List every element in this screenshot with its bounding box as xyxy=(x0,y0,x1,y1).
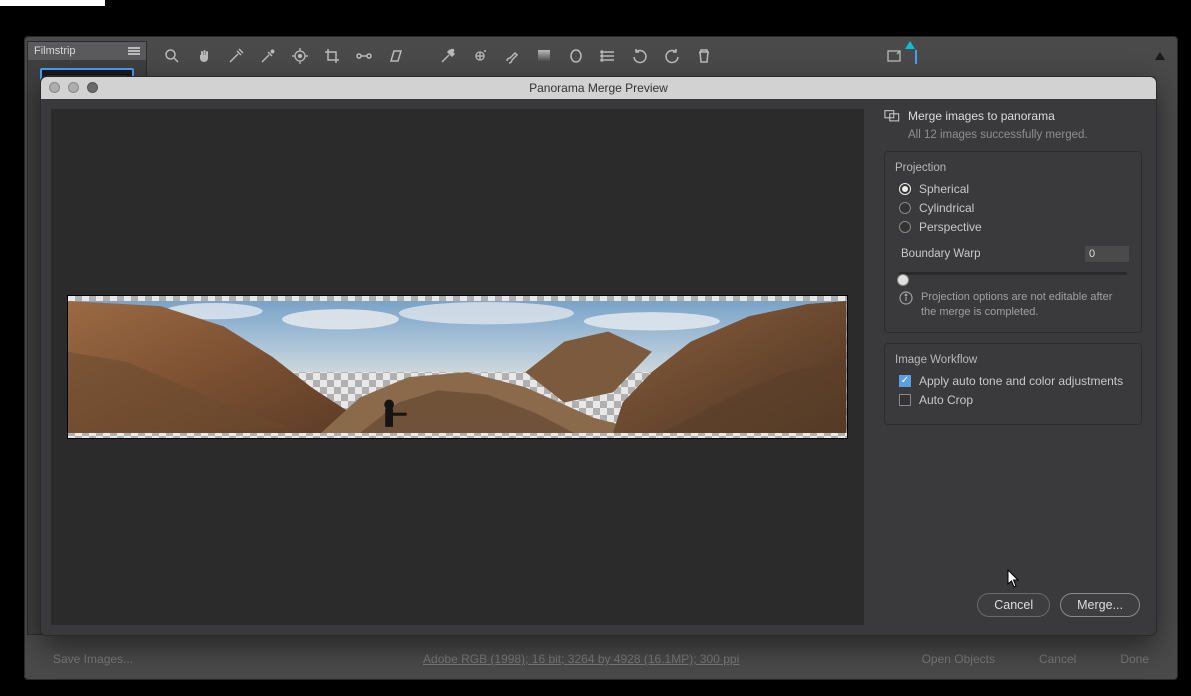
radio-label: Cylindrical xyxy=(919,201,974,215)
close-icon[interactable] xyxy=(49,82,60,93)
checkbox-label: Apply auto tone and color adjustments xyxy=(919,374,1123,388)
radio-label: Perspective xyxy=(919,220,982,234)
transform-tool-icon[interactable] xyxy=(387,47,405,65)
workflow-group: Image Workflow Apply auto tone and color… xyxy=(884,343,1142,425)
trash-icon[interactable] xyxy=(695,47,713,65)
adjustment-brush-tool-icon[interactable] xyxy=(503,47,521,65)
open-objects-button[interactable]: Open Objects xyxy=(912,648,1005,670)
save-images-button[interactable]: Save Images... xyxy=(43,648,143,670)
cancel-button[interactable]: Cancel xyxy=(977,593,1050,617)
panorama-merge-dialog: Panorama Merge Preview xyxy=(40,76,1157,636)
panorama-icon xyxy=(884,109,900,123)
checkbox-auto-tone[interactable]: Apply auto tone and color adjustments xyxy=(899,374,1131,388)
info-icon xyxy=(899,291,913,305)
panel-header: Merge images to panorama xyxy=(884,109,1142,123)
checkbox-label: Auto Crop xyxy=(919,393,973,407)
filmstrip-header[interactable]: Filmstrip xyxy=(28,42,146,60)
footer-done-button[interactable]: Done xyxy=(1110,648,1159,670)
rotate-cw-icon[interactable] xyxy=(663,47,681,65)
radio-spherical[interactable]: Spherical xyxy=(899,182,1131,196)
boundary-warp-label: Boundary Warp xyxy=(901,248,980,260)
radio-icon xyxy=(899,202,911,214)
hand-tool-icon[interactable] xyxy=(195,47,213,65)
graduated-filter-tool-icon[interactable] xyxy=(535,47,553,65)
zoom-window-icon[interactable] xyxy=(87,82,98,93)
panel-collapse-icon[interactable] xyxy=(1155,52,1165,60)
filmstrip-title: Filmstrip xyxy=(34,45,76,57)
radial-filter-tool-icon[interactable] xyxy=(567,47,585,65)
workflow-title: Image Workflow xyxy=(895,354,1131,366)
projection-group: Projection Spherical Cylindrical Perspec… xyxy=(884,151,1142,333)
straighten-tool-icon[interactable] xyxy=(355,47,373,65)
panorama-preview-image xyxy=(67,295,847,439)
radio-cylindrical[interactable]: Cylindrical xyxy=(899,201,1131,215)
radio-label: Spherical xyxy=(919,182,969,196)
panel-title: Merge images to panorama xyxy=(908,109,1055,123)
boundary-warp-slider[interactable]: Boundary Warp 0 xyxy=(895,246,1131,280)
color-sampler-tool-icon[interactable] xyxy=(259,47,277,65)
preview-area[interactable] xyxy=(51,109,864,625)
merge-button[interactable]: Merge... xyxy=(1060,593,1140,617)
rotate-ccw-icon[interactable] xyxy=(631,47,649,65)
crop-tool-icon[interactable] xyxy=(323,47,341,65)
boundary-warp-field[interactable]: 0 xyxy=(1085,246,1129,262)
top-indicator xyxy=(0,0,105,6)
checkbox-icon xyxy=(899,394,911,406)
list-tool-icon[interactable] xyxy=(599,47,617,65)
zoom-tool-icon[interactable] xyxy=(163,47,181,65)
dialog-title: Panorama Merge Preview xyxy=(529,81,668,95)
options-panel: Merge images to panorama All 12 images s… xyxy=(874,99,1156,635)
info-text: Projection options are not editable afte… xyxy=(921,290,1127,320)
footer-bar: Save Images... Adobe RGB (1998); 16 bit;… xyxy=(25,639,1177,679)
panel-menu-icon[interactable] xyxy=(128,46,140,56)
dialog-titlebar[interactable]: Panorama Merge Preview xyxy=(41,77,1156,99)
slider-thumb-icon[interactable] xyxy=(897,274,909,286)
checkbox-auto-crop[interactable]: Auto Crop xyxy=(899,393,1131,407)
window-controls[interactable] xyxy=(49,82,98,93)
slider-track[interactable] xyxy=(899,266,1127,280)
radio-icon xyxy=(899,183,911,195)
footer-cancel-button[interactable]: Cancel xyxy=(1029,648,1086,670)
workflow-options-link[interactable]: Adobe RGB (1998); 16 bit; 3264 by 4928 (… xyxy=(423,652,739,666)
spot-removal-tool-icon[interactable] xyxy=(439,47,457,65)
radio-icon xyxy=(899,221,911,233)
projection-title: Projection xyxy=(895,162,1131,174)
white-balance-tool-icon[interactable] xyxy=(227,47,245,65)
toolbar xyxy=(155,41,1173,71)
open-preferences-icon[interactable] xyxy=(885,47,903,65)
projection-info: Projection options are not editable afte… xyxy=(895,290,1131,320)
minimize-icon[interactable] xyxy=(68,82,79,93)
merge-status: All 12 images successfully merged. xyxy=(908,129,1142,141)
checkbox-icon xyxy=(899,375,911,387)
target-adjust-tool-icon[interactable] xyxy=(291,47,309,65)
radio-perspective[interactable]: Perspective xyxy=(899,220,1131,234)
redeye-tool-icon[interactable] xyxy=(471,47,489,65)
